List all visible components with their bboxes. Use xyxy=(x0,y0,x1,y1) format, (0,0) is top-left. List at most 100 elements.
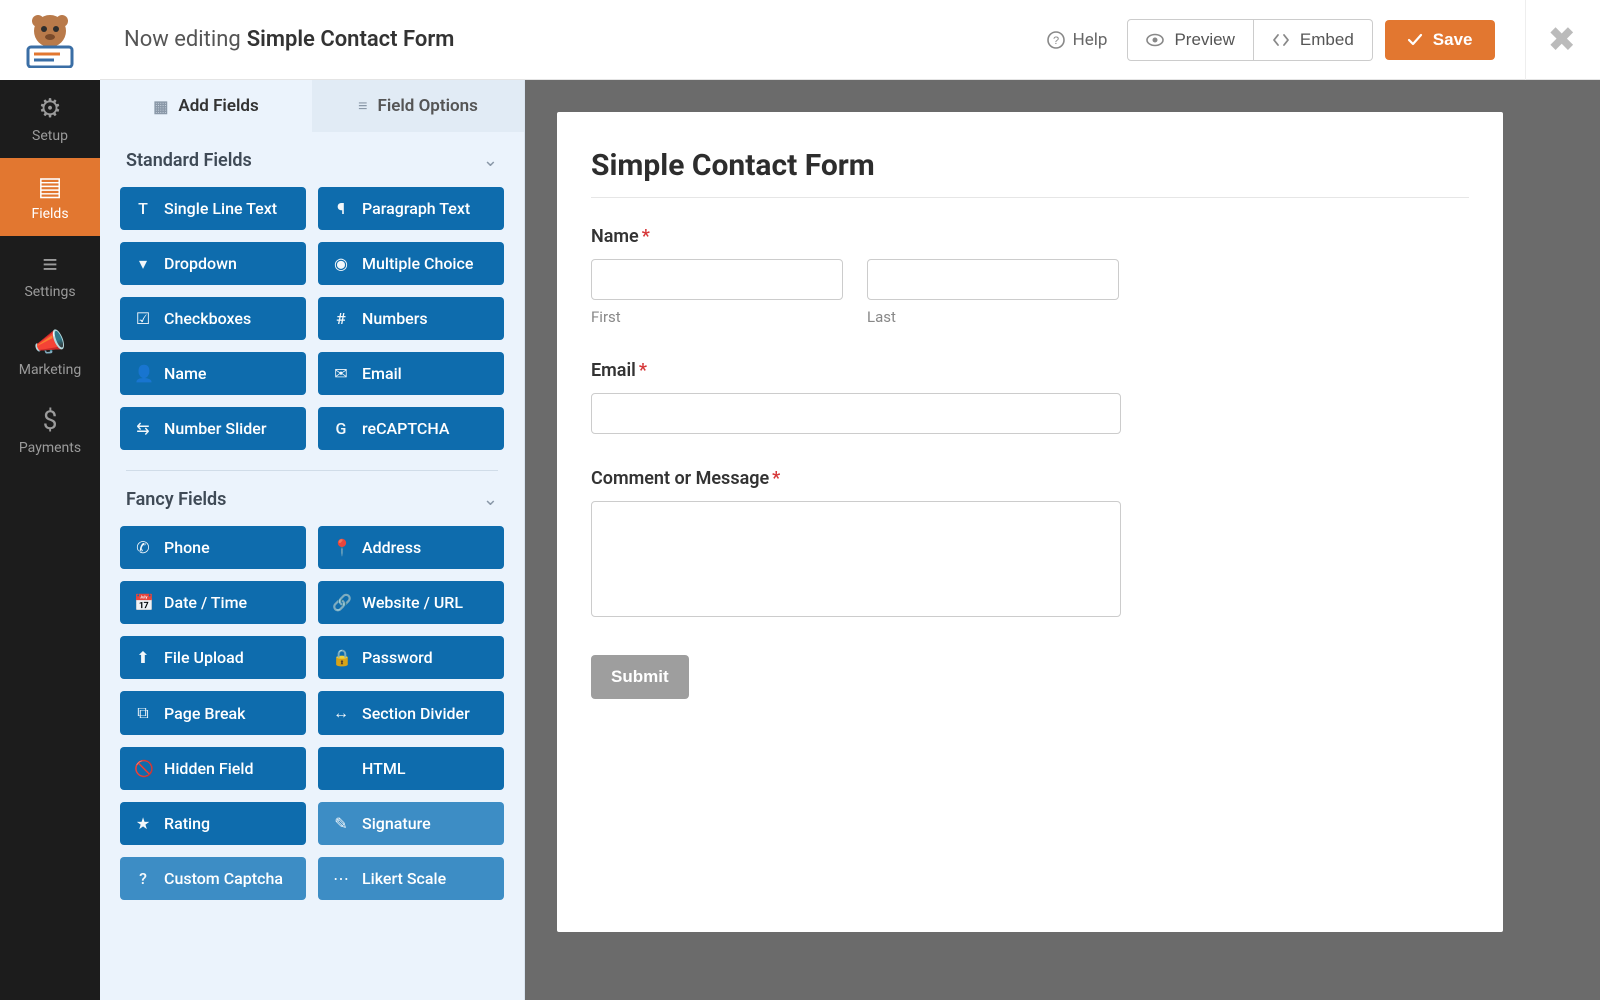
checkboxes-icon: ☑ xyxy=(134,309,152,328)
rating-icon: ★ xyxy=(134,814,152,833)
rail-item-label: Setup xyxy=(32,128,68,144)
setup-icon: ⚙ xyxy=(38,96,61,122)
rail-item-label: Payments xyxy=(19,440,81,456)
check-icon xyxy=(1407,33,1423,47)
form-title[interactable]: Simple Contact Form xyxy=(591,148,1469,183)
password-icon: 🔒 xyxy=(332,648,350,667)
code-icon xyxy=(1272,33,1290,47)
field-name[interactable]: 👤Name xyxy=(120,352,306,395)
label-name: Name* xyxy=(591,226,1469,247)
field-hidden-field[interactable]: 🚫Hidden Field xyxy=(120,747,306,790)
field-label: Single Line Text xyxy=(164,199,277,218)
field-section-divider[interactable]: ↔Section Divider xyxy=(318,691,504,735)
section-fancy-fields[interactable]: Fancy Fields ⌄ xyxy=(120,471,504,522)
tab-field-options[interactable]: ≡ Field Options xyxy=(312,80,524,132)
recaptcha-icon: G xyxy=(332,419,350,438)
rail-item-marketing[interactable]: 📣 Marketing xyxy=(0,314,100,392)
field-date-time[interactable]: 📅Date / Time xyxy=(120,581,306,624)
field-label: Phone xyxy=(164,538,210,557)
field-numbers[interactable]: # Numbers xyxy=(318,297,504,340)
field-likert-scale[interactable]: ⋯Likert Scale xyxy=(318,857,504,900)
section-title: Standard Fields xyxy=(126,150,252,171)
field-email[interactable]: ✉ Email xyxy=(318,352,504,395)
rail-item-label: Fields xyxy=(31,206,68,222)
signature-icon: ✎ xyxy=(332,814,350,833)
rail-item-label: Settings xyxy=(24,284,75,300)
fields-icon: ▤ xyxy=(38,174,63,200)
chevron-down-icon: ⌄ xyxy=(483,489,498,510)
field-dropdown[interactable]: ▾Dropdown xyxy=(120,242,306,285)
field-custom-captcha[interactable]: ?Custom Captcha xyxy=(120,857,306,900)
tab-add-fields[interactable]: ▦ Add Fields xyxy=(100,80,312,132)
field-label: Multiple Choice xyxy=(362,254,473,273)
section-title: Fancy Fields xyxy=(126,489,226,510)
field-rating[interactable]: ★Rating xyxy=(120,802,306,845)
numbers-icon: # xyxy=(332,309,350,328)
field-label: reCAPTCHA xyxy=(362,419,449,438)
field-checkboxes[interactable]: ☑Checkboxes xyxy=(120,297,306,340)
field-recaptcha[interactable]: GreCAPTCHA xyxy=(318,407,504,450)
input-email[interactable] xyxy=(591,393,1121,434)
address-icon: 📍 xyxy=(332,538,350,557)
multiple-choice-icon: ◉ xyxy=(332,254,350,273)
help-icon: ? xyxy=(1047,31,1065,49)
input-comment[interactable] xyxy=(591,501,1121,617)
section-standard-fields[interactable]: Standard Fields⌄ xyxy=(120,132,504,183)
nav-rail: ⚙ Setup ▤ Fields ≡ Settings 📣 Marketing $Payment… xyxy=(0,0,100,1000)
dropdown-icon: ▾ xyxy=(134,254,152,273)
form-name[interactable]: Simple Contact Form xyxy=(247,27,455,52)
likert-scale-icon: ⋯ xyxy=(332,869,350,888)
rail-item-fields[interactable]: ▤ Fields xyxy=(0,158,100,236)
field-label: Password xyxy=(362,648,433,667)
field-website-url[interactable]: 🔗Website / URL xyxy=(318,581,504,624)
title-prefix: Now editing xyxy=(124,27,241,52)
field-multiple-choice[interactable]: ◉ Multiple Choice xyxy=(318,242,504,285)
close-button[interactable]: ✖ xyxy=(1525,0,1577,80)
field-single-line-text[interactable]: TSingle Line Text xyxy=(120,187,306,230)
input-last-name[interactable] xyxy=(867,259,1119,300)
form-canvas[interactable]: Simple Contact Form Name* First Last xyxy=(557,112,1503,932)
save-button[interactable]: Save xyxy=(1385,20,1495,60)
number-slider-icon: ⇆ xyxy=(134,419,152,438)
field-label: Hidden Field xyxy=(164,759,253,778)
field-address[interactable]: 📍 Address xyxy=(318,526,504,569)
field-phone[interactable]: ✆Phone xyxy=(120,526,306,569)
field-password[interactable]: 🔒 Password xyxy=(318,636,504,679)
field-label: Email xyxy=(362,364,402,383)
paragraph-text-icon: ¶ xyxy=(332,199,350,218)
field-label: Page Break xyxy=(164,704,246,723)
field-label: Numbers xyxy=(362,309,428,328)
field-label: Address xyxy=(362,538,421,557)
field-label: Section Divider xyxy=(362,704,470,723)
field-name[interactable]: Name* First Last xyxy=(591,226,1469,326)
field-number-slider[interactable]: ⇆Number Slider xyxy=(120,407,306,450)
rail-item-settings[interactable]: ≡ Settings xyxy=(0,236,100,314)
settings-icon: ≡ xyxy=(42,252,57,278)
marketing-icon: 📣 xyxy=(34,330,66,356)
field-label: Date / Time xyxy=(164,593,247,612)
field-signature[interactable]: ✎ Signature xyxy=(318,802,504,845)
divider xyxy=(591,197,1469,198)
submit-button[interactable]: Submit xyxy=(591,655,689,699)
field-comment[interactable]: Comment or Message* xyxy=(591,468,1469,621)
rail-item-payments[interactable]: $Payments xyxy=(0,392,100,470)
field-html[interactable]: HTML xyxy=(318,747,504,790)
rail-item-setup[interactable]: ⚙ Setup xyxy=(0,80,100,158)
rail-item-label: Marketing xyxy=(19,362,82,378)
email-icon: ✉ xyxy=(332,364,350,383)
field-file-upload[interactable]: ⬆File Upload xyxy=(120,636,306,679)
website-url-icon: 🔗 xyxy=(332,593,350,612)
field-page-break[interactable]: ⧉Page Break xyxy=(120,691,306,735)
field-paragraph-text[interactable]: ¶ Paragraph Text xyxy=(318,187,504,230)
help-link[interactable]: ? Help xyxy=(1047,30,1108,50)
field-label: Paragraph Text xyxy=(362,199,470,218)
eye-icon xyxy=(1146,33,1164,47)
input-first-name[interactable] xyxy=(591,259,843,300)
field-label: Signature xyxy=(362,814,431,833)
page-title: Now editing Simple Contact Form xyxy=(124,27,454,52)
canvas-area: Simple Contact Form Name* First Last xyxy=(525,80,1600,1000)
field-email[interactable]: Email* xyxy=(591,360,1469,434)
fields-panel: ▦ Add Fields ≡ Field Options Standard Fi… xyxy=(100,80,525,1000)
preview-button[interactable]: Preview xyxy=(1127,19,1253,61)
embed-button[interactable]: Embed xyxy=(1254,19,1373,61)
